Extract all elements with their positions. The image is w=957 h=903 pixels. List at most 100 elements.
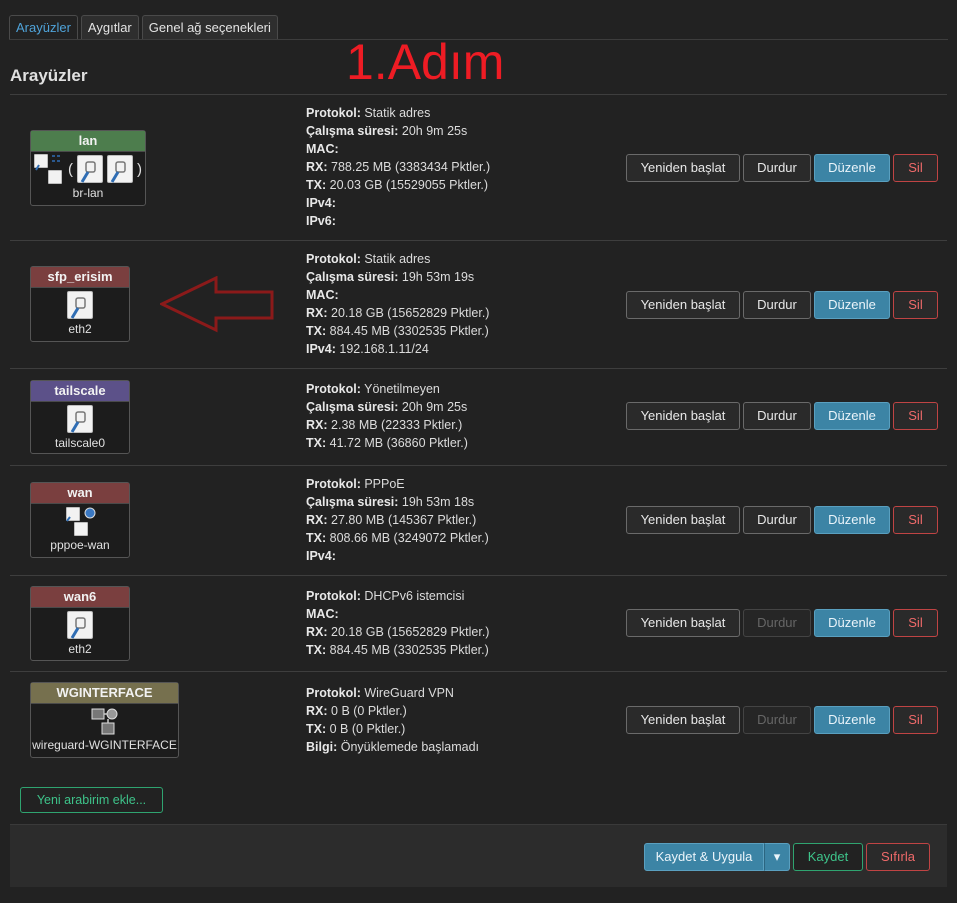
value-tx: 0 B (0 Pktler.) — [329, 722, 406, 736]
interface-icons — [31, 608, 129, 642]
value-rx: 20.18 GB (15652829 Pktler.) — [331, 625, 490, 639]
value-uptime: 19h 53m 19s — [401, 270, 475, 284]
interface-name: wan6 — [31, 587, 129, 608]
interface-name: tailscale — [31, 381, 129, 402]
stop-button[interactable]: Durdur — [743, 291, 811, 319]
stop-button[interactable]: Durdur — [743, 506, 811, 534]
stop-button[interactable]: Durdur — [743, 706, 811, 734]
restart-button[interactable]: Yeniden başlat — [626, 706, 740, 734]
interface-status: Protokol: Yönetilmeyen Çalışma süresi: 2… — [306, 380, 468, 452]
interface-status: Protokol: Statik adres Çalışma süresi: 2… — [306, 104, 490, 230]
ethernet-port-icon — [67, 291, 93, 319]
value-uptime: 20h 9m 25s — [401, 400, 468, 414]
label-rx: RX: — [306, 625, 328, 639]
stop-button[interactable]: Durdur — [743, 402, 811, 430]
section-title: Arayüzler — [10, 66, 88, 85]
interface-status: Protokol: WireGuard VPN RX: 0 B (0 Pktle… — [306, 684, 479, 756]
ethernet-port-icon — [107, 155, 133, 183]
interface-status: Protokol: PPPoE Çalışma süresi: 19h 53m … — [306, 475, 489, 565]
label-rx: RX: — [306, 306, 328, 320]
delete-button[interactable]: Sil — [893, 154, 938, 182]
restart-button[interactable]: Yeniden başlat — [626, 154, 740, 182]
paren-close: ) — [137, 160, 142, 178]
value-protocol: PPPoE — [364, 477, 405, 491]
restart-button[interactable]: Yeniden başlat — [626, 291, 740, 319]
edit-button[interactable]: Düzenle — [814, 506, 890, 534]
value-rx: 2.38 MB (22333 Pktler.) — [331, 418, 463, 432]
restart-button[interactable]: Yeniden başlat — [626, 506, 740, 534]
ethernet-port-icon — [67, 405, 93, 433]
interface-actions: Yeniden başlat Durdur Düzenle Sil — [626, 506, 938, 534]
label-uptime: Çalışma süresi: — [306, 270, 399, 284]
interface-badge-lan: lan ( ) br-lan — [30, 130, 146, 206]
label-tx: TX: — [306, 643, 327, 657]
save-button[interactable]: Kaydet — [793, 843, 863, 871]
interface-device: wireguard-WGINTERFACE — [32, 738, 177, 752]
footer-actions: Kaydet & Uygula ▾ Kaydet Sıfırla — [10, 824, 947, 887]
tab-devices[interactable]: Aygıtlar — [80, 15, 139, 39]
label-uptime: Çalışma süresi: — [306, 495, 399, 509]
label-ipv4: IPv4: — [306, 342, 336, 356]
interface-badge-tailscale: tailscale tailscale0 — [30, 380, 130, 454]
annotation-step-label: 1.Adım — [346, 34, 505, 90]
interface-name: lan — [31, 131, 145, 152]
arrow-annotation-icon — [160, 276, 274, 333]
value-rx: 20.18 GB (15652829 Pktler.) — [331, 306, 490, 320]
label-protocol: Protokol: — [306, 686, 361, 700]
restart-button[interactable]: Yeniden başlat — [626, 402, 740, 430]
label-mac: MAC: — [306, 288, 339, 302]
restart-button[interactable]: Yeniden başlat — [626, 609, 740, 637]
footer-buttons: Kaydet & Uygula ▾ Kaydet Sıfırla — [644, 843, 930, 871]
interface-badge-wginterface: WGINTERFACE wireguard-WGINTERFACE — [30, 682, 179, 758]
label-mac: MAC: — [306, 142, 339, 156]
tab-bar: Arayüzler Aygıtlar Genel ağ seçenekleri — [9, 15, 278, 39]
delete-button[interactable]: Sil — [893, 506, 938, 534]
edit-button[interactable]: Düzenle — [814, 154, 890, 182]
interface-name: sfp_erisim — [31, 267, 129, 288]
delete-button[interactable]: Sil — [893, 706, 938, 734]
label-protocol: Protokol: — [306, 589, 361, 603]
save-apply-group: Kaydet & Uygula ▾ — [644, 843, 790, 871]
tab-global-network-options[interactable]: Genel ağ seçenekleri — [141, 15, 278, 39]
label-tx: TX: — [306, 722, 327, 736]
label-protocol: Protokol: — [306, 252, 361, 266]
label-ipv4: IPv4: — [306, 196, 336, 210]
value-rx: 27.80 MB (145367 Pktler.) — [331, 513, 477, 527]
reset-button[interactable]: Sıfırla — [866, 843, 930, 871]
edit-button[interactable]: Düzenle — [814, 706, 890, 734]
label-tx: TX: — [306, 324, 327, 338]
edit-button[interactable]: Düzenle — [814, 402, 890, 430]
interface-status: Protokol: DHCPv6 istemcisi MAC: RX: 20.1… — [306, 587, 489, 659]
interface-device: pppoe-wan — [50, 538, 110, 552]
edit-button[interactable]: Düzenle — [814, 609, 890, 637]
label-ipv4: IPv4: — [306, 549, 336, 563]
interface-row-wginterface: WGINTERFACE wireguard-WGINTERFACE Protok… — [10, 671, 947, 771]
value-tx: 884.45 MB (3302535 Pktler.) — [329, 643, 489, 657]
interface-icons — [31, 704, 178, 738]
add-interface-button[interactable]: Yeni arabirim ekle... — [20, 787, 163, 813]
value-protocol: Statik adres — [364, 252, 431, 266]
interface-actions: Yeniden başlat Durdur Düzenle Sil — [626, 706, 938, 734]
stop-button[interactable]: Durdur — [743, 609, 811, 637]
value-uptime: 20h 9m 25s — [401, 124, 468, 138]
label-tx: TX: — [306, 178, 327, 192]
label-mac: MAC: — [306, 607, 339, 621]
save-apply-button[interactable]: Kaydet & Uygula — [644, 843, 764, 871]
delete-button[interactable]: Sil — [893, 609, 938, 637]
stop-button[interactable]: Durdur — [743, 154, 811, 182]
interface-actions: Yeniden başlat Durdur Düzenle Sil — [626, 291, 938, 319]
save-apply-dropdown-icon[interactable]: ▾ — [764, 843, 790, 871]
label-info: Bilgi: — [306, 740, 338, 754]
delete-button[interactable]: Sil — [893, 402, 938, 430]
interface-icons — [31, 288, 129, 322]
label-protocol: Protokol: — [306, 106, 361, 120]
tab-interfaces[interactable]: Arayüzler — [9, 15, 78, 39]
bridge-icon — [34, 154, 64, 184]
value-info: Önyüklemede başlamadı — [340, 740, 480, 754]
delete-button[interactable]: Sil — [893, 291, 938, 319]
label-rx: RX: — [306, 513, 328, 527]
label-ipv6: IPv6: — [306, 214, 336, 228]
value-uptime: 19h 53m 18s — [401, 495, 475, 509]
interface-row-tailscale: tailscale tailscale0 Protokol: Yönetilme… — [10, 368, 947, 465]
edit-button[interactable]: Düzenle — [814, 291, 890, 319]
